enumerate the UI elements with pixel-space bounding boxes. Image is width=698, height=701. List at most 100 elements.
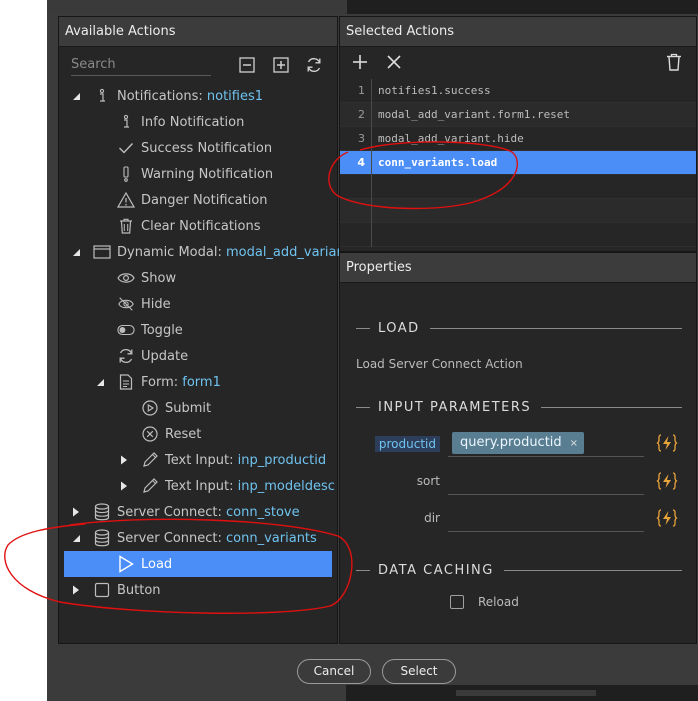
- tree-item[interactable]: Dynamic Modal: modal_add_variant: [59, 239, 350, 265]
- tree-item[interactable]: Info Notification: [59, 109, 337, 135]
- info-icon: [117, 113, 135, 131]
- selected-action-row[interactable]: 3 modal_add_variant.hide: [340, 127, 696, 151]
- action-description: Load Server Connect Action: [356, 357, 523, 371]
- tree-item-label: Show: [141, 270, 177, 286]
- row-number: 2: [340, 103, 372, 127]
- reload-checkbox[interactable]: [450, 595, 464, 609]
- collapse-arrow-icon[interactable]: [119, 481, 129, 491]
- row-number: 3: [340, 127, 372, 151]
- tree-item[interactable]: Text Input: inp_modeldesc: [59, 473, 337, 499]
- selected-action-row[interactable]: 1 notifies1.success: [340, 79, 696, 103]
- expand-arrow-icon[interactable]: [95, 377, 105, 387]
- dynamic-data-bolt-icon[interactable]: [656, 471, 678, 491]
- collapse-arrow-icon[interactable]: [119, 455, 129, 465]
- close-icon: [387, 55, 401, 69]
- reload-label: Reload: [478, 595, 519, 609]
- x-circle-icon: [141, 425, 159, 443]
- tree-item[interactable]: Server Connect: conn_variants: [59, 525, 337, 551]
- tree-item[interactable]: Button: [59, 577, 337, 603]
- pencil-icon: [141, 451, 159, 469]
- available-actions-toolbar: [59, 47, 337, 81]
- input-parameters-section-title: INPUT PARAMETERS: [356, 400, 682, 415]
- tree-item[interactable]: Submit: [59, 395, 337, 421]
- expand-arrow-icon[interactable]: [71, 91, 81, 101]
- tree-item-label: Danger Notification: [141, 192, 268, 208]
- tree-item[interactable]: Reset: [59, 421, 337, 447]
- tree-item-label: Server Connect: conn_stove: [117, 504, 300, 520]
- info-icon: [93, 87, 111, 105]
- parameter-value-field[interactable]: [448, 469, 644, 495]
- plus-icon: [353, 55, 367, 69]
- selected-action-row[interactable]: 2 modal_add_variant.form1.reset: [340, 103, 696, 127]
- selected-action-label: modal_add_variant.form1.reset: [378, 108, 571, 121]
- select-button[interactable]: Select: [382, 659, 456, 684]
- tree-item[interactable]: Toggle: [59, 317, 337, 343]
- page-background-bottom: [346, 685, 698, 701]
- refresh-button[interactable]: [304, 55, 324, 75]
- selected-action-row[interactable]: 4 conn_variants.load: [340, 151, 696, 175]
- minus-square-icon: [239, 57, 255, 73]
- tree-item[interactable]: Hide: [59, 291, 337, 317]
- selected-action-label: notifies1.success: [378, 84, 491, 97]
- tree-item[interactable]: Success Notification: [59, 135, 337, 161]
- modal-window-icon: [93, 243, 111, 261]
- tree-item[interactable]: Clear Notifications: [59, 213, 337, 239]
- eye-icon: [117, 269, 135, 287]
- tree-item[interactable]: Warning Notification: [59, 161, 337, 187]
- tree-item[interactable]: Danger Notification: [59, 187, 337, 213]
- form-document-icon: [117, 373, 135, 391]
- properties-title: Properties: [340, 253, 696, 283]
- row-number: [340, 199, 372, 223]
- selected-actions-panel: Selected Actions 1 notifies1.success 2 moda…: [339, 16, 697, 252]
- parameter-name: productid: [374, 436, 440, 452]
- tree-item-value: notifies1: [206, 88, 264, 104]
- row-number: [340, 223, 372, 247]
- add-action-button[interactable]: [350, 52, 370, 72]
- tree-item[interactable]: Notifications: notifies1: [59, 83, 337, 109]
- selected-action-row: [340, 175, 696, 199]
- collapse-arrow-icon[interactable]: [71, 507, 81, 517]
- actions-tree: Notifications: notifies1 Info Notificatio…: [59, 83, 350, 603]
- remove-action-button[interactable]: [384, 52, 404, 72]
- toggle-icon: [117, 321, 135, 339]
- tree-item[interactable]: Form: form1: [59, 369, 337, 395]
- parameter-value-field[interactable]: query.productid ×: [448, 431, 644, 457]
- selected-action-label: modal_add_variant.hide: [378, 132, 524, 145]
- parameter-value-field[interactable]: [448, 506, 644, 532]
- tree-item[interactable]: Server Connect: conn_stove: [59, 499, 337, 525]
- refresh-icon: [117, 347, 135, 365]
- selected-action-row: [340, 223, 696, 247]
- search-input[interactable]: [71, 54, 211, 76]
- tree-item[interactable]: Load: [64, 551, 332, 577]
- tree-item-label: Server Connect: conn_variants: [117, 530, 317, 546]
- plus-square-icon: [273, 57, 289, 73]
- tree-item-label: Button: [117, 582, 161, 598]
- tree-item-value: form1: [182, 374, 221, 390]
- collapse-arrow-icon[interactable]: [71, 585, 81, 595]
- tree-item-label: Update: [141, 348, 189, 364]
- parameter-value-chip[interactable]: query.productid ×: [452, 432, 585, 454]
- expand-arrow-icon[interactable]: [71, 247, 81, 257]
- collapse-all-button[interactable]: [237, 55, 257, 75]
- tree-item[interactable]: Show: [59, 265, 337, 291]
- parameter-name: sort: [416, 474, 440, 488]
- tree-item[interactable]: Text Input: inp_productid: [59, 447, 337, 473]
- available-actions-title: Available Actions: [59, 17, 337, 47]
- expand-arrow-icon[interactable]: [71, 533, 81, 543]
- input-parameter-row: productid query.productid ×: [340, 429, 696, 459]
- expand-all-button[interactable]: [271, 55, 291, 75]
- tree-item-value: inp_productid: [237, 452, 327, 468]
- tree-item-label: Submit: [165, 400, 212, 416]
- tree-item-label: Dynamic Modal: modal_add_variant: [117, 244, 350, 260]
- row-number: 4: [340, 151, 372, 175]
- dynamic-data-bolt-icon[interactable]: [656, 433, 678, 453]
- tree-item[interactable]: Update: [59, 343, 337, 369]
- dynamic-data-bolt-icon[interactable]: [656, 508, 678, 528]
- chip-remove-icon[interactable]: ×: [570, 438, 578, 449]
- properties-panel: Properties LOAD Load Server Connect Acti…: [339, 252, 697, 644]
- parameter-name: dir: [424, 511, 440, 525]
- properties-body: LOAD Load Server Connect Action INPUT PA…: [340, 283, 696, 643]
- cancel-button[interactable]: Cancel: [297, 659, 371, 684]
- input-parameter-row: dir: [340, 504, 696, 534]
- delete-all-button[interactable]: [664, 52, 684, 72]
